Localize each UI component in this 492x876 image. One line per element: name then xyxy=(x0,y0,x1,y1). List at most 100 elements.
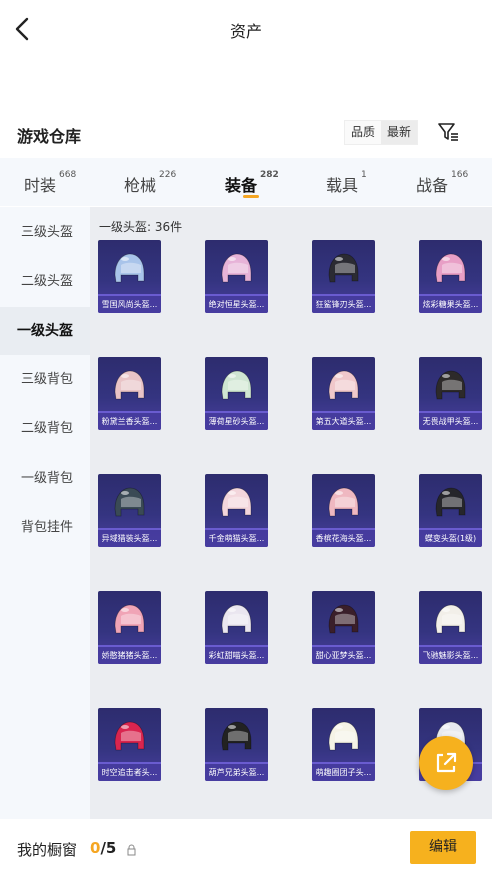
edit-button[interactable]: 编辑 xyxy=(410,831,476,864)
showcase-count-current: 0 xyxy=(90,839,101,857)
warehouse-title: 游戏仓库 xyxy=(17,127,82,146)
sort-toggle: 品质 最新 xyxy=(344,120,419,145)
helmet-icon xyxy=(328,604,359,634)
sort-newest-button[interactable]: 最新 xyxy=(381,121,418,144)
helmet-icon xyxy=(114,721,145,751)
item-card[interactable]: 第五大道头盔... xyxy=(312,357,375,430)
item-name: 粉黛兰香头盔... xyxy=(98,413,161,430)
showcase-label: 我的橱窗 xyxy=(17,841,78,859)
item-name: 时空追击者头... xyxy=(98,764,161,781)
helmet-icon xyxy=(114,604,145,634)
item-card[interactable]: 飞驰魅影头盔... xyxy=(419,591,482,664)
item-name: 薄荷星砂头盔... xyxy=(205,413,268,430)
tab-vehicles[interactable]: 载具 1 xyxy=(326,158,367,206)
item-name: 彩虹甜喵头盔... xyxy=(205,647,268,664)
item-card[interactable]: 异域猎装头盔... xyxy=(98,474,161,547)
page-title: 资产 xyxy=(229,22,262,41)
top-bar: 资产 xyxy=(0,0,492,58)
showcase-count-total: /5 xyxy=(100,839,117,857)
item-card[interactable]: 葫芦兄弟头盔... xyxy=(205,708,268,781)
external-link-icon xyxy=(436,752,457,773)
tab-label: 战备 xyxy=(416,176,449,195)
item-card[interactable]: 时空追击者头... xyxy=(98,708,161,781)
share-button[interactable] xyxy=(419,736,473,790)
item-name: 绝对恒星头盔... xyxy=(205,296,268,313)
item-grid: 一级头盔: 36件 雪国风尚头盔... 绝对恒星头盔... 狂鲨锋刃头盔... 炫彩糖… xyxy=(90,207,492,819)
item-name: 雪国风尚头盔... xyxy=(98,296,161,313)
tab-gear[interactable]: 战备 166 xyxy=(416,158,468,206)
tab-count: 282 xyxy=(260,170,279,180)
filter-button[interactable] xyxy=(437,121,459,143)
item-card[interactable]: 蝶变头盔(1级) xyxy=(419,474,482,547)
helmet-icon xyxy=(435,253,466,283)
helmet-icon xyxy=(435,487,466,517)
item-card[interactable]: 无畏战甲头盔... xyxy=(419,357,482,430)
helmet-icon xyxy=(221,721,252,751)
item-name: 香槟花海头盔... xyxy=(312,530,375,547)
tab-label: 装备 xyxy=(225,176,258,195)
sidebar-item-level2-backpack[interactable]: 二级背包 xyxy=(0,405,90,453)
tab-count: 668 xyxy=(59,170,77,180)
item-name: 异域猎装头盔... xyxy=(98,530,161,547)
item-card[interactable]: 薄荷星砂头盔... xyxy=(205,357,268,430)
section-label: 一级头盔: 36件 xyxy=(99,220,183,234)
item-card[interactable]: 粉黛兰香头盔... xyxy=(98,357,161,430)
item-name: 第五大道头盔... xyxy=(312,413,375,430)
item-card[interactable]: 香槟花海头盔... xyxy=(312,474,375,547)
item-name: 千金萌猫头盔... xyxy=(205,530,268,547)
filter-icon xyxy=(438,123,458,141)
item-card[interactable]: 狂鲨锋刃头盔... xyxy=(312,240,375,313)
helmet-icon xyxy=(221,253,252,283)
tab-label: 枪械 xyxy=(124,176,157,195)
sidebar-item-level3-backpack[interactable]: 三级背包 xyxy=(0,356,90,404)
item-card[interactable]: 萌趣圈团子头... xyxy=(312,708,375,781)
helmet-icon xyxy=(114,253,145,283)
sidebar: 三级头盔 二级头盔 一级头盔 三级背包 二级背包 一级背包 背包挂件 xyxy=(0,207,90,819)
helmet-icon xyxy=(114,370,145,400)
sidebar-item-level2-helmet[interactable]: 二级头盔 xyxy=(0,258,90,306)
tab-label: 时装 xyxy=(24,176,57,195)
helmet-icon xyxy=(435,604,466,634)
item-card[interactable]: 炫彩糖果头盔... xyxy=(419,240,482,313)
active-tab-indicator xyxy=(243,195,259,198)
sort-quality-button[interactable]: 品质 xyxy=(345,121,381,144)
tab-count: 226 xyxy=(159,170,177,180)
helmet-icon xyxy=(221,370,252,400)
item-card[interactable]: 绝对恒星头盔... xyxy=(205,240,268,313)
item-name: 蝶变头盔(1级) xyxy=(419,530,482,547)
tab-fashion[interactable]: 时装 668 xyxy=(24,158,76,206)
helmet-icon xyxy=(328,253,359,283)
item-name: 无畏战甲头盔... xyxy=(419,413,482,430)
tab-count: 166 xyxy=(451,170,469,180)
showcase-count: 0/5 xyxy=(90,839,116,857)
sidebar-item-backpack-charm[interactable]: 背包挂件 xyxy=(0,504,90,552)
lock-icon xyxy=(127,841,136,856)
helmet-icon xyxy=(328,370,359,400)
sidebar-item-level1-helmet[interactable]: 一级头盔 xyxy=(0,307,90,355)
item-card[interactable]: 彩虹甜喵头盔... xyxy=(205,591,268,664)
category-tabs: 时装 668 枪械 226 装备 282 载具 1 战备 166 xyxy=(0,158,492,206)
item-name: 葫芦兄弟头盔... xyxy=(205,764,268,781)
bottom-bar: 我的橱窗 0/5 编辑 xyxy=(0,819,492,876)
item-card[interactable]: 甜心亚梦头盔... xyxy=(312,591,375,664)
helmet-icon xyxy=(114,487,145,517)
helmet-icon xyxy=(328,721,359,751)
helmet-icon xyxy=(221,604,252,634)
tab-guns[interactable]: 枪械 226 xyxy=(124,158,176,206)
helmet-icon xyxy=(435,370,466,400)
sidebar-item-level1-backpack[interactable]: 一级背包 xyxy=(0,455,90,503)
item-name: 甜心亚梦头盔... xyxy=(312,647,375,664)
item-name: 娇憨猪猪头盔... xyxy=(98,647,161,664)
helmet-icon xyxy=(221,487,252,517)
tab-count: 1 xyxy=(361,170,367,180)
item-card[interactable]: 千金萌猫头盔... xyxy=(205,474,268,547)
sidebar-item-level3-helmet[interactable]: 三级头盔 xyxy=(0,209,90,257)
item-name: 萌趣圈团子头... xyxy=(312,764,375,781)
warehouse-header: 游戏仓库 品质 最新 xyxy=(0,116,492,150)
item-card[interactable]: 雪国风尚头盔... xyxy=(98,240,161,313)
item-name: 飞驰魅影头盔... xyxy=(419,647,482,664)
tab-equipment[interactable]: 装备 282 xyxy=(225,158,279,206)
item-name: 炫彩糖果头盔... xyxy=(419,296,482,313)
item-card[interactable]: 娇憨猪猪头盔... xyxy=(98,591,161,664)
tab-label: 载具 xyxy=(326,176,359,195)
